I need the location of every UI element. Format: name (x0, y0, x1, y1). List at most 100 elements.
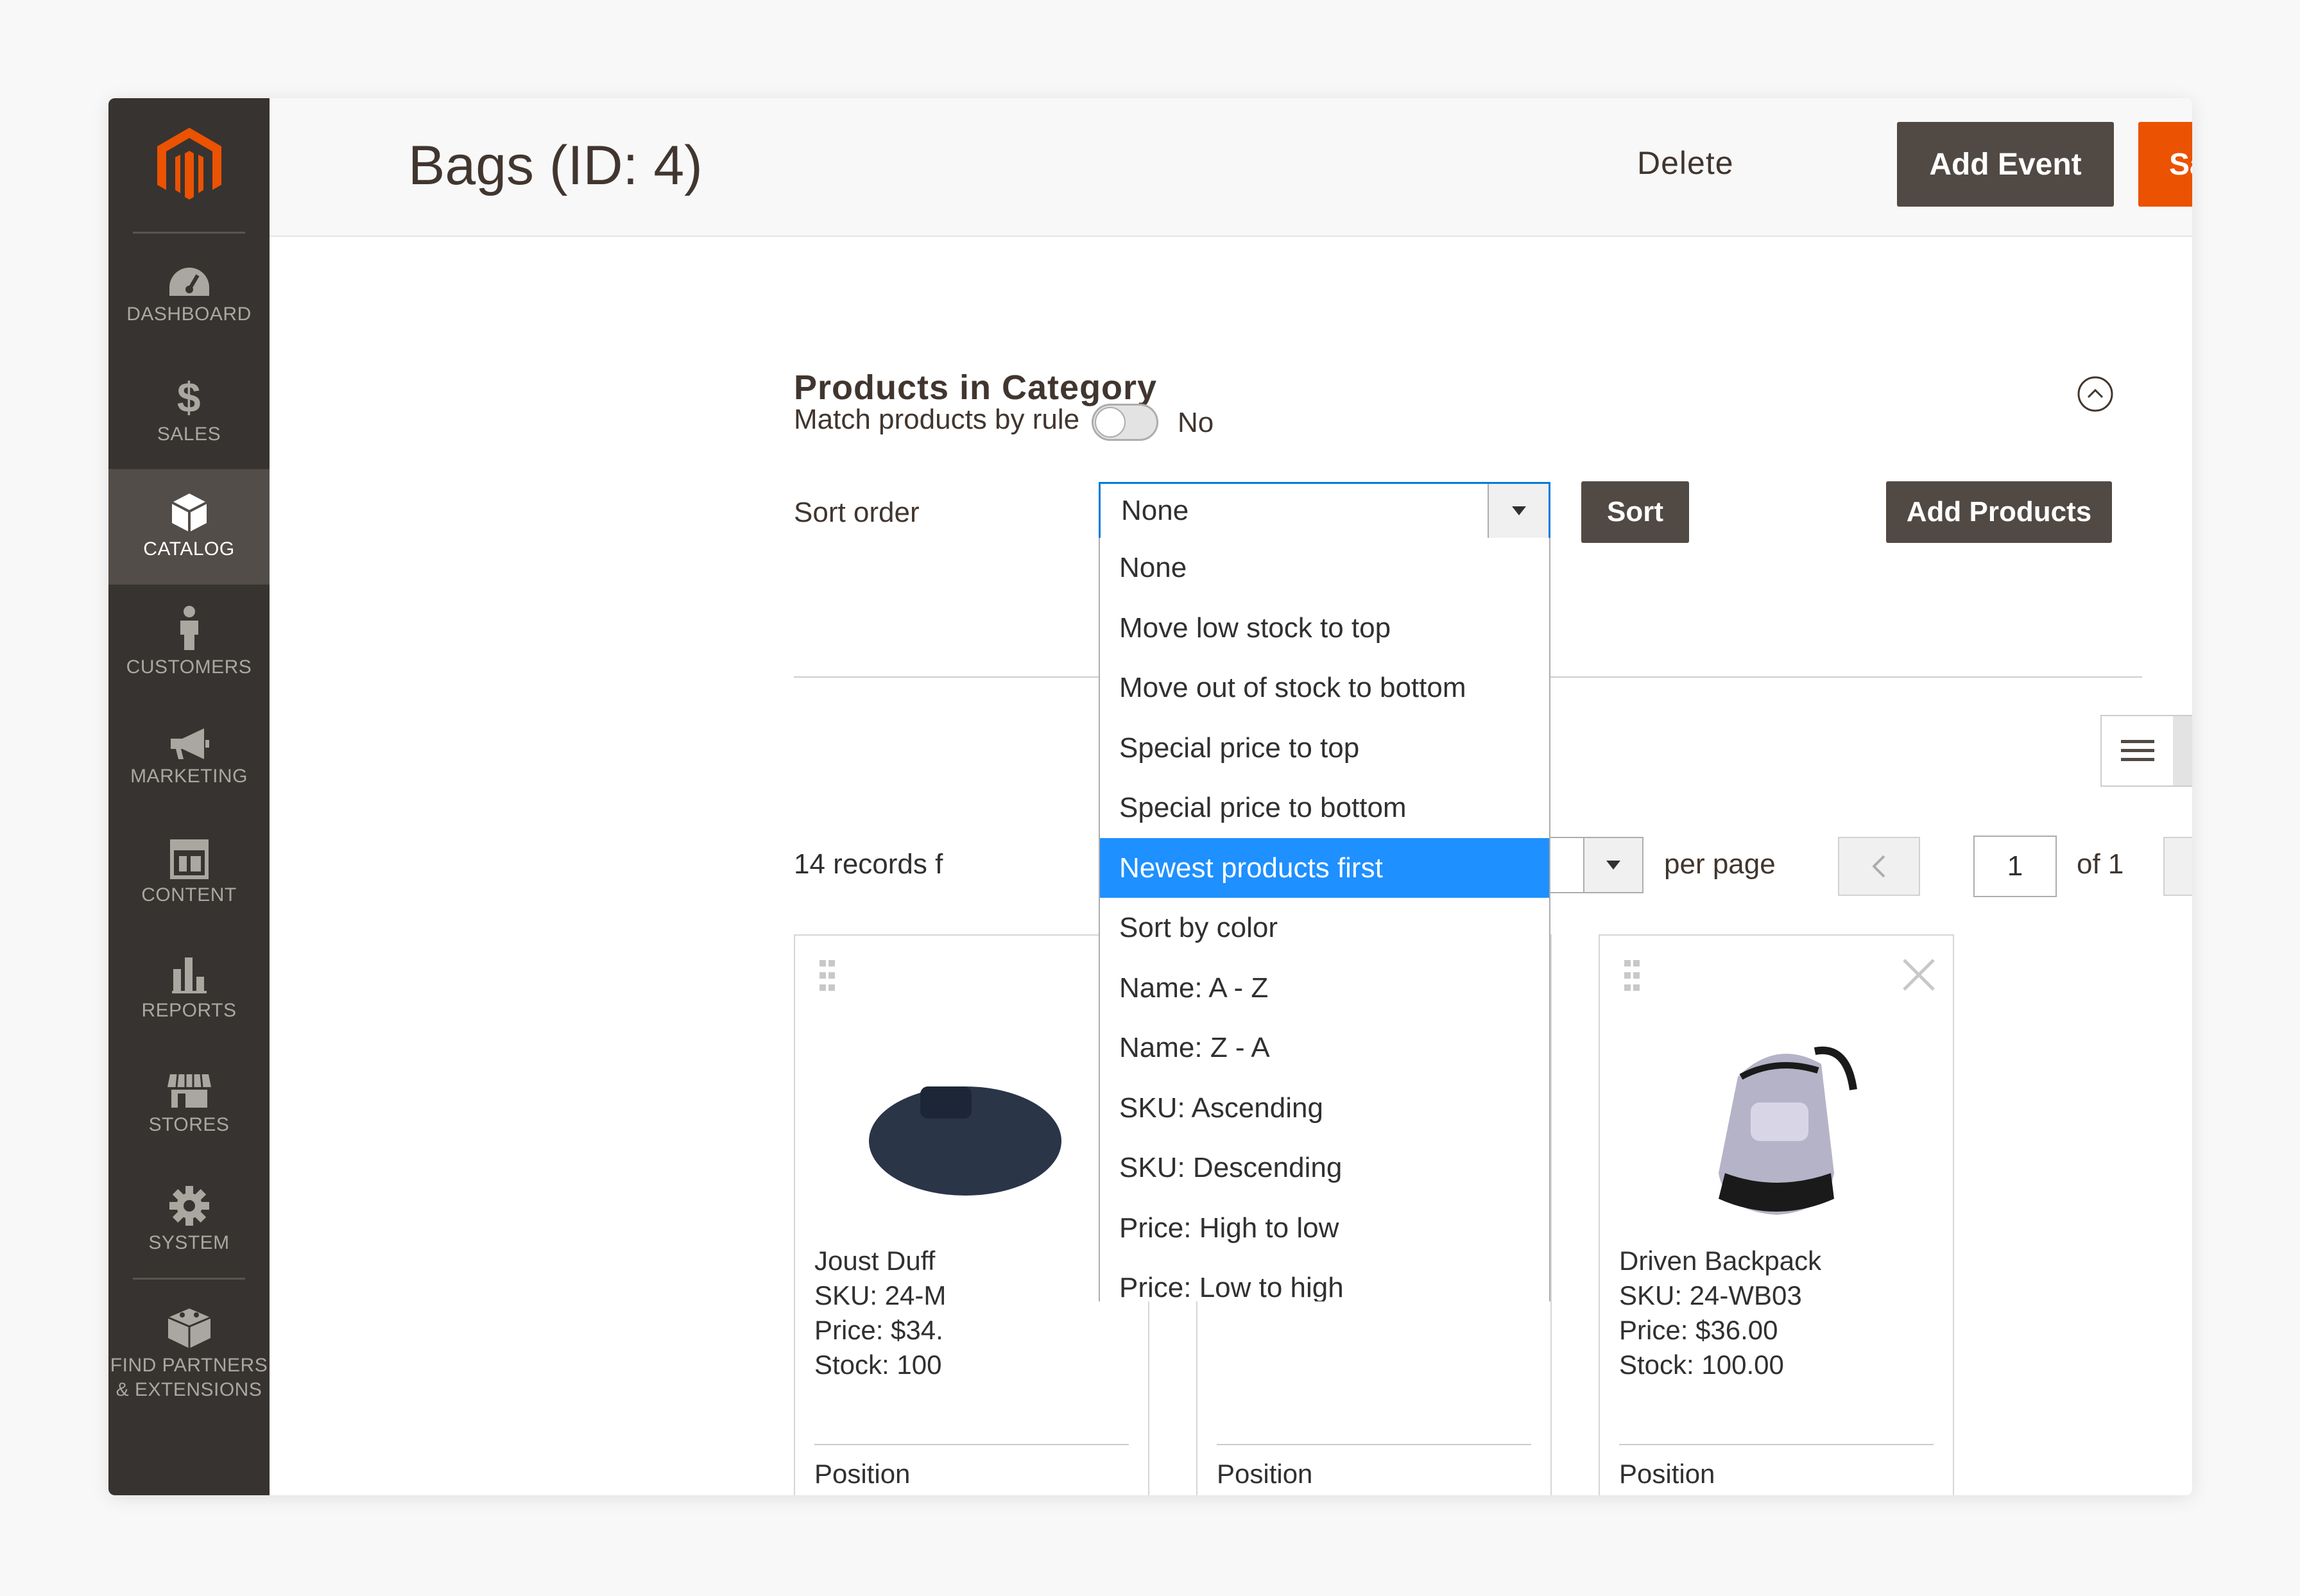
toggle-knob (1095, 407, 1126, 438)
dropdown-option[interactable]: Special price to top (1100, 718, 1549, 778)
sidebar-item-stores[interactable]: STORES (108, 1047, 270, 1162)
collapse-icon[interactable] (2077, 375, 2114, 413)
product-image (795, 1006, 1148, 1250)
dropdown-option[interactable]: Sort by color (1100, 898, 1549, 958)
page-count-text: of 1 (2077, 848, 2124, 880)
sidebar-item-label: CATALOG (143, 538, 235, 560)
sidebar-item-system[interactable]: SYSTEM (108, 1162, 270, 1278)
card-divider (1619, 1444, 1934, 1445)
sidebar-item-catalog[interactable]: CATALOG (108, 469, 270, 585)
sidebar-item-label: DASHBOARD (126, 304, 252, 325)
box-icon (171, 493, 207, 532)
dropdown-option[interactable]: Move out of stock to bottom (1100, 658, 1549, 718)
product-name: Driven Backpack (1619, 1246, 1822, 1276)
sidebar-item-label: CONTENT (141, 884, 237, 905)
view-mode-toggle (2100, 715, 2192, 787)
dropdown-option[interactable]: Name: Z - A (1100, 1018, 1549, 1078)
sidebar-divider (133, 232, 245, 234)
product-card[interactable]: Driven Backpack SKU: 24-WB03 Price: $36.… (1599, 934, 1954, 1495)
sort-order-value: None (1121, 495, 1189, 526)
sidebar-item-label: CUSTOMERS (126, 656, 252, 678)
sidebar-item-dashboard[interactable]: DASHBOARD (108, 238, 270, 354)
product-name: Joust Duff (814, 1246, 936, 1276)
product-stock: Stock: 100.00 (1619, 1350, 1784, 1380)
sidebar-item-label: MARKETING (130, 766, 248, 787)
page-title: Bags (ID: 4) (408, 135, 703, 196)
admin-window: DASHBOARD $ SALES CATALOG CUSTOMERS MARK… (108, 98, 2192, 1495)
position-label: Position (1217, 1459, 1313, 1489)
dashboard-icon (169, 268, 209, 296)
previous-page-button[interactable] (1838, 837, 1920, 896)
page-number-input[interactable]: 1 (1973, 836, 2057, 897)
storefront-icon (167, 1074, 211, 1108)
product-stock: Stock: 100 (814, 1350, 942, 1380)
sidebar-item-label: & EXTENSIONS (116, 1379, 262, 1400)
match-products-label: Match products by rule (794, 404, 1080, 435)
dollar-icon: $ (176, 373, 202, 421)
dropdown-option[interactable]: Special price to bottom (1100, 778, 1549, 838)
sidebar-item-label: SYSTEM (148, 1232, 230, 1253)
dropdown-option[interactable]: SKU: Ascending (1100, 1078, 1549, 1138)
position-label: Position (1619, 1459, 1715, 1489)
sidebar-item-content[interactable]: CONTENT (108, 816, 270, 931)
sidebar-item-label: REPORTS (141, 1000, 237, 1021)
sidebar-item-sales[interactable]: $ SALES (108, 354, 270, 469)
sort-button[interactable]: Sort (1581, 481, 1689, 543)
drag-handle-icon[interactable] (1624, 960, 1641, 991)
product-sku: SKU: 24-M (814, 1280, 947, 1310)
card-divider (1217, 1444, 1531, 1445)
person-icon (180, 606, 198, 650)
admin-sidebar: DASHBOARD $ SALES CATALOG CUSTOMERS MARK… (108, 98, 270, 1495)
sort-order-dropdown: None Move low stock to top Move out of s… (1099, 538, 1550, 1301)
dropdown-option[interactable]: Price: Low to high (1100, 1258, 1549, 1301)
match-products-toggle[interactable] (1092, 404, 1158, 441)
gear-icon (169, 1186, 209, 1226)
match-products-value: No (1178, 407, 1214, 438)
delete-button[interactable]: Delete (1637, 144, 1734, 182)
sidebar-item-label: STORES (148, 1114, 230, 1135)
card-divider (814, 1444, 1129, 1445)
dropdown-option[interactable]: Price: High to low (1100, 1198, 1549, 1258)
sidebar-item-reports[interactable]: REPORTS (108, 931, 270, 1047)
product-price: Price: $34. (814, 1315, 943, 1345)
add-event-button[interactable]: Add Event (1897, 122, 2114, 207)
chevron-down-icon[interactable] (1583, 838, 1642, 892)
records-found-text: 14 records f (794, 848, 943, 880)
sort-order-label: Sort order (794, 497, 920, 528)
next-page-button[interactable] (2163, 837, 2192, 896)
magento-logo[interactable] (108, 98, 270, 233)
dropdown-option[interactable]: SKU: Descending (1100, 1138, 1549, 1198)
section-title: Products in Category (794, 368, 1158, 407)
sidebar-item-label: FIND PARTNERS (110, 1355, 268, 1376)
sidebar-item-customers[interactable]: CUSTOMERS (108, 585, 270, 700)
main-content: Products in Category Match products by r… (270, 237, 2192, 1495)
grid-view-icon[interactable] (2173, 716, 2192, 785)
close-icon[interactable] (1901, 957, 1936, 992)
megaphone-icon (170, 728, 209, 759)
chevron-down-icon[interactable] (1488, 484, 1549, 538)
drag-handle-icon[interactable] (820, 960, 836, 991)
product-image (1600, 1006, 1953, 1250)
save-button[interactable]: Save (2138, 122, 2192, 207)
product-price: Price: $36.00 (1619, 1315, 1778, 1345)
sort-order-select[interactable]: None (1099, 482, 1550, 540)
chevron-left-icon (1873, 855, 1885, 878)
dropdown-option-highlighted[interactable]: Newest products first (1100, 837, 1549, 898)
add-products-button[interactable]: Add Products (1886, 481, 2112, 543)
dropdown-option[interactable]: Move low stock to top (1100, 598, 1549, 658)
product-info: Driven Backpack SKU: 24-WB03 Price: $36.… (1619, 1244, 1821, 1382)
product-card[interactable]: Joust Duff SKU: 24-M Price: $34. Stock: … (794, 934, 1149, 1495)
page-header: Bags (ID: 4) Delete Add Event Save (270, 98, 2192, 237)
layout-icon (169, 839, 209, 879)
dropdown-option[interactable]: None (1100, 538, 1549, 598)
sidebar-item-find-partners[interactable]: FIND PARTNERS & EXTENSIONS (108, 1291, 270, 1419)
per-page-label: per page (1664, 848, 1776, 880)
dropdown-option[interactable]: Name: A - Z (1100, 958, 1549, 1018)
blocks-icon (167, 1309, 211, 1348)
bar-chart-icon (171, 957, 207, 993)
sidebar-item-label: SALES (157, 424, 221, 445)
sidebar-divider (133, 1278, 245, 1280)
position-label: Position (814, 1459, 911, 1489)
list-view-icon[interactable] (2102, 716, 2173, 785)
sidebar-item-marketing[interactable]: MARKETING (108, 700, 270, 816)
